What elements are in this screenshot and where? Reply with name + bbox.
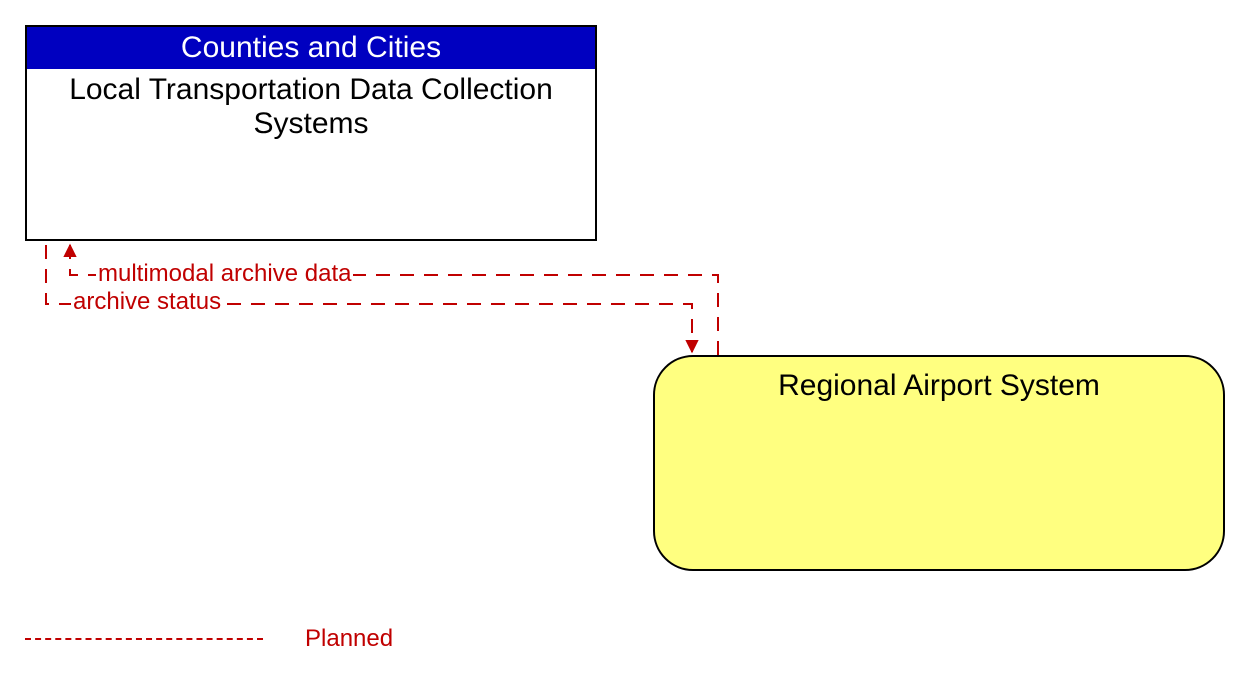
flow-label-multimodal: multimodal archive data	[96, 261, 353, 287]
box-regional-airport: Regional Airport System	[653, 355, 1225, 571]
box-airport-title: Regional Airport System	[778, 369, 1100, 402]
box-local-body: Local Transportation Data Collection Sys…	[27, 69, 595, 146]
box-local-header: Counties and Cities	[27, 27, 595, 69]
box-local-transportation: Counties and Cities Local Transportation…	[25, 25, 597, 241]
legend-planned-label: Planned	[305, 625, 393, 653]
flow-label-archive-status: archive status	[71, 289, 223, 315]
legend-dashed-line	[25, 638, 263, 640]
